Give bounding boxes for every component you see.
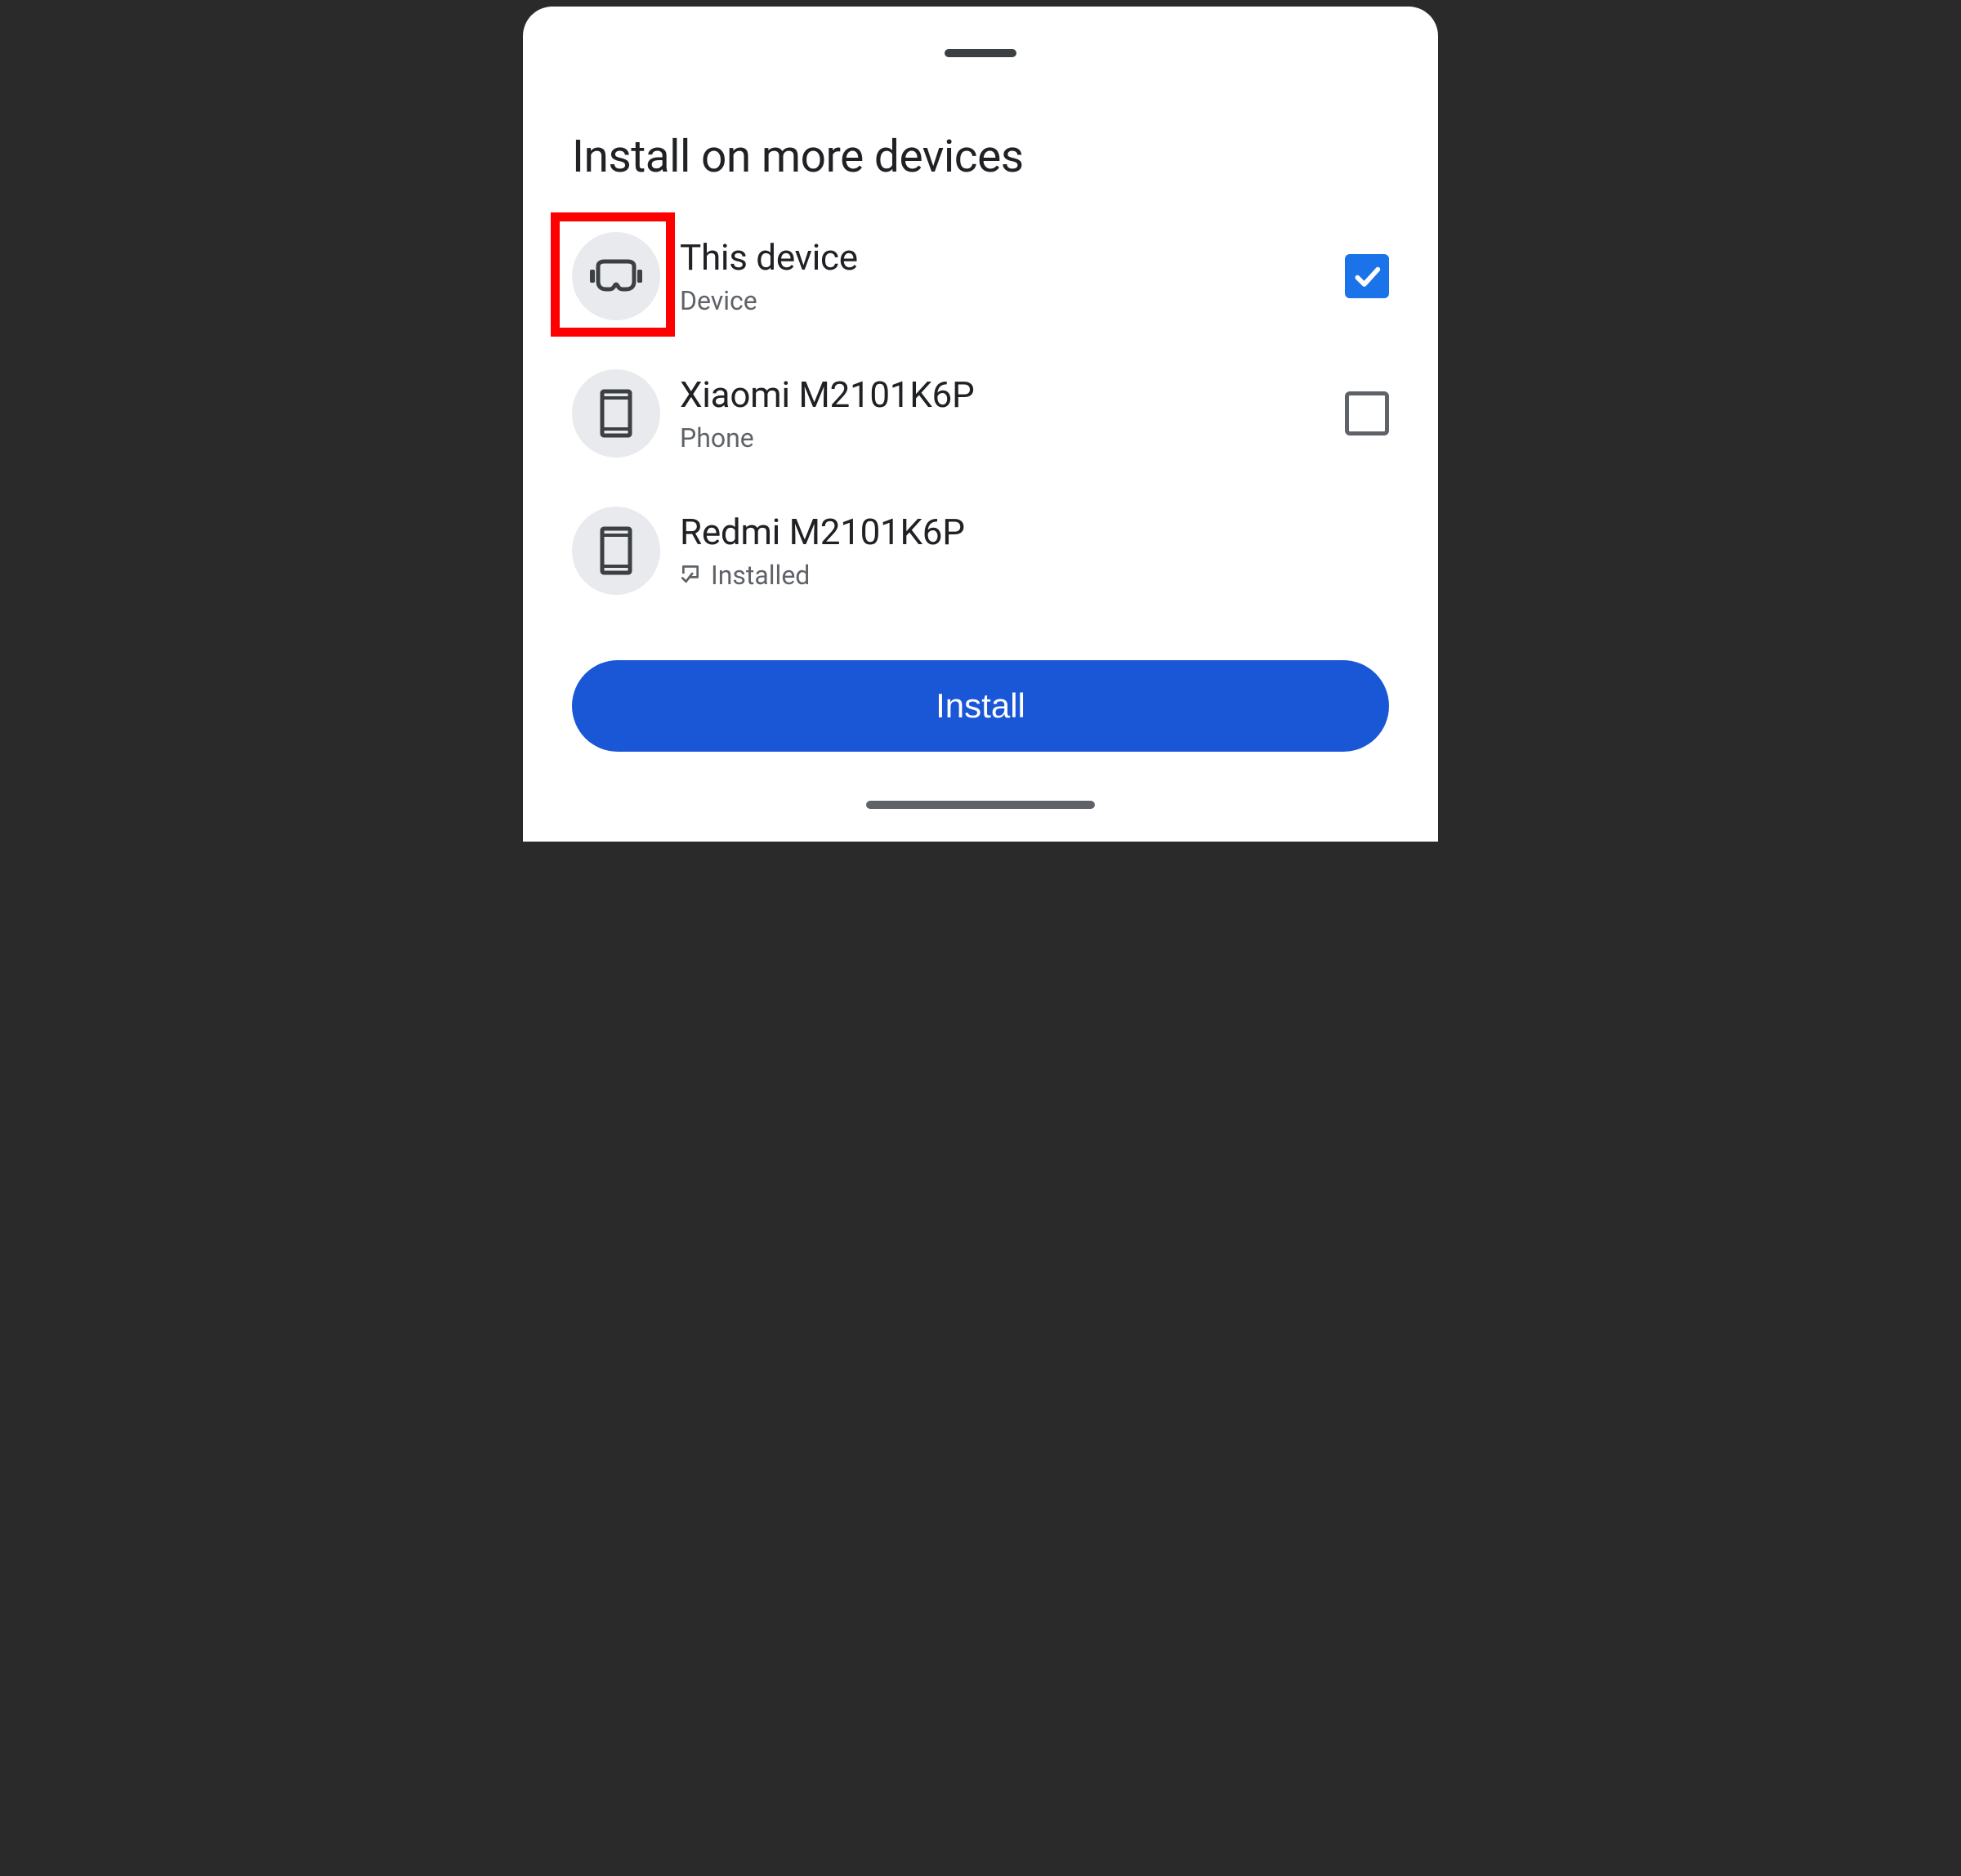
device-name-label: Redmi M2101K6P (680, 511, 1389, 553)
device-subtitle-label: Device (680, 285, 1325, 316)
device-name-label: This device (680, 236, 1325, 279)
device-row-redmi: Redmi M2101K6P Installed (572, 507, 1389, 595)
device-name-label: Xiaomi M2101K6P (680, 373, 1325, 416)
nav-bar-indicator[interactable] (866, 801, 1095, 809)
device-checkbox[interactable] (1345, 391, 1389, 436)
device-list: This device Device Xiaomi M2101K6P Pho (572, 232, 1389, 595)
device-info: Redmi M2101K6P Installed (680, 511, 1389, 591)
headset-icon (572, 232, 660, 320)
device-info: Xiaomi M2101K6P Phone (680, 373, 1325, 453)
device-row-xiaomi[interactable]: Xiaomi M2101K6P Phone (572, 369, 1389, 458)
installed-label: Installed (711, 560, 810, 591)
device-checkbox[interactable] (1345, 254, 1389, 298)
device-info: This device Device (680, 236, 1325, 316)
install-button[interactable]: Install (572, 660, 1389, 752)
phone-icon (572, 369, 660, 458)
phone-icon (572, 507, 660, 595)
device-row-this-device[interactable]: This device Device (572, 232, 1389, 320)
install-devices-sheet: Install on more devices This device Devi… (523, 7, 1438, 842)
device-subtitle-label: Installed (680, 560, 1389, 591)
page-title: Install on more devices (572, 131, 1389, 183)
installed-check-icon (680, 560, 701, 591)
device-subtitle-label: Phone (680, 422, 1325, 453)
drag-handle[interactable] (945, 49, 1016, 57)
